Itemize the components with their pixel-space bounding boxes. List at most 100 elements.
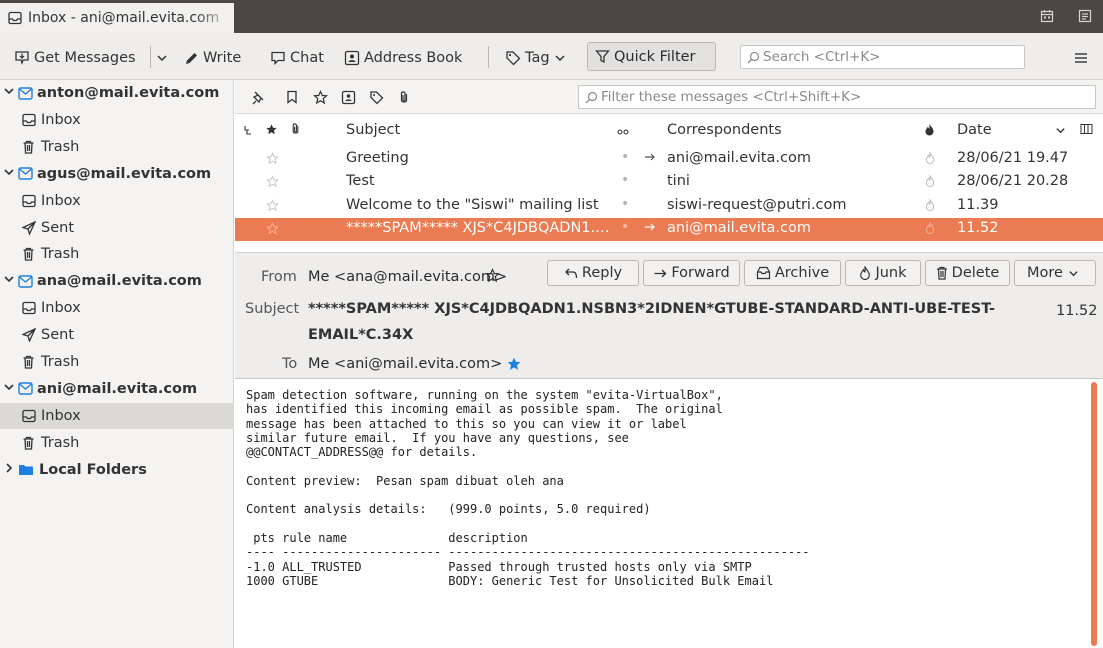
delete-button[interactable]: Delete	[925, 260, 1010, 286]
contact-filter-icon[interactable]	[339, 88, 357, 106]
column-subject[interactable]: Subject	[346, 122, 400, 138]
junk-status-icon[interactable]	[925, 174, 935, 191]
get-messages-dropdown[interactable]	[156, 47, 172, 69]
reply-label: Reply	[581, 265, 623, 281]
star-icon[interactable]	[266, 222, 279, 239]
quick-filter-button[interactable]: Quick Filter	[587, 42, 716, 71]
body-scrollbar[interactable]	[1091, 382, 1097, 646]
search-input[interactable]: Search <Ctrl+K>	[740, 45, 1025, 69]
junk-status-icon[interactable]	[925, 151, 935, 168]
forward-button[interactable]: Forward	[643, 260, 740, 286]
tasks-icon[interactable]	[1076, 7, 1094, 25]
column-date[interactable]: Date	[957, 122, 992, 138]
message-date: 28/06/21 20.28	[957, 173, 1069, 190]
reply-button[interactable]: Reply	[547, 260, 639, 286]
folder-sent[interactable]: Sent	[0, 215, 234, 241]
chevron-down-icon[interactable]	[3, 85, 18, 101]
account-ani-mail-evita-com[interactable]: ani@mail.evita.com	[0, 376, 234, 402]
tag-label: Tag	[525, 50, 550, 66]
junk-label: Junk	[875, 265, 907, 281]
chat-button[interactable]: Chat	[270, 47, 324, 69]
chevron-down-icon[interactable]	[3, 381, 18, 397]
folder-inbox[interactable]: Inbox	[0, 107, 234, 133]
folder-inbox[interactable]: Inbox	[0, 295, 234, 321]
write-label: Write	[203, 50, 242, 66]
chevron-right-icon[interactable]	[3, 462, 18, 478]
attachment-column-icon[interactable]	[290, 122, 301, 140]
folder-local-folders[interactable]: Local Folders	[0, 457, 234, 483]
unread-dot-icon[interactable]: •	[621, 172, 629, 188]
tab-title: Inbox - ani@mail.evita.com	[28, 10, 220, 26]
delete-label: Delete	[951, 265, 1000, 281]
calendar-icon[interactable]	[1038, 7, 1056, 25]
unread-dot-icon[interactable]: •	[621, 219, 629, 235]
star-icon[interactable]	[266, 152, 279, 169]
message-row[interactable]: Greeting • ani@mail.evita.com 28/06/21 19.4…	[235, 148, 1103, 171]
column-header-row: Subject Correspondents Date	[235, 118, 1103, 144]
archive-icon	[756, 266, 770, 280]
star-icon[interactable]	[266, 175, 279, 192]
thread-column-icon[interactable]	[243, 124, 253, 140]
sort-chevron-down-icon[interactable]	[1055, 124, 1066, 140]
get-messages-button[interactable]: Get Messages	[14, 47, 136, 69]
column-picker-icon[interactable]	[1080, 123, 1093, 140]
junk-status-icon[interactable]	[925, 221, 935, 238]
folder-sent[interactable]: Sent	[0, 322, 234, 348]
folder-label: ani@mail.evita.com	[37, 380, 198, 397]
folder-label: anton@mail.evita.com	[37, 85, 220, 101]
address-book-button[interactable]: Address Book	[344, 47, 462, 69]
message-row[interactable]: Test • tini 28/06/21 20.28	[235, 171, 1103, 194]
folder-trash[interactable]: Trash	[0, 134, 234, 160]
folder-trash[interactable]: Trash	[0, 349, 234, 375]
tag-icon	[506, 51, 521, 66]
tag-button[interactable]: Tag	[505, 47, 570, 69]
folder-trash[interactable]: Trash	[0, 430, 234, 456]
filter-messages-input[interactable]: Filter these messages <Ctrl+Shift+K>	[578, 85, 1096, 109]
attachment-filter-icon[interactable]	[395, 88, 413, 106]
starred-contact-icon[interactable]	[506, 356, 522, 376]
sticky-pin-icon[interactable]	[249, 88, 267, 106]
column-correspondents[interactable]: Correspondents	[667, 122, 782, 138]
starred-filter-icon[interactable]	[311, 88, 329, 106]
star-icon[interactable]	[266, 198, 279, 216]
read-status-column-icon[interactable]	[617, 125, 629, 141]
star-icon[interactable]	[485, 268, 500, 287]
unread-filter-icon[interactable]	[283, 88, 301, 106]
replied-arrow-icon	[644, 151, 656, 167]
to-value[interactable]: Me <ani@mail.evita.com>	[308, 356, 502, 372]
message-correspondent: tini	[667, 173, 690, 190]
inbox-icon	[22, 194, 41, 208]
star-column-icon[interactable]	[265, 123, 278, 140]
message-row[interactable]: *****SPAM***** XJS*C4JDBQADN1.NSBN3*2IDN…	[235, 217, 1103, 241]
folder-label: Sent	[41, 327, 75, 344]
inbox-icon	[22, 409, 41, 423]
quick-filter-label: Quick Filter	[614, 48, 696, 65]
junk-flame-icon	[860, 266, 871, 280]
app-menu-button[interactable]	[1074, 47, 1092, 69]
folder-trash[interactable]: Trash	[0, 241, 234, 267]
chevron-down-icon[interactable]	[3, 273, 18, 289]
junk-button[interactable]: Junk	[845, 260, 921, 286]
junk-column-icon[interactable]	[924, 123, 935, 140]
forward-label: Forward	[671, 265, 730, 281]
message-row[interactable]: Welcome to the "Siswi" mailing list • sisw…	[235, 195, 1103, 218]
unread-dot-icon[interactable]: •	[621, 196, 629, 212]
account-agus-mail-evita-com[interactable]: agus@mail.evita.com	[0, 161, 234, 187]
write-button[interactable]: Write	[184, 47, 241, 69]
folder-inbox[interactable]: Inbox	[0, 402, 234, 429]
tag-filter-icon[interactable]	[367, 88, 385, 106]
archive-button[interactable]: Archive	[744, 260, 841, 286]
more-button[interactable]: More	[1014, 260, 1096, 286]
account-anton-mail-evita-com[interactable]: anton@mail.evita.com	[0, 80, 234, 106]
search-icon	[747, 51, 760, 63]
message-subject: Test	[346, 173, 375, 190]
message-date: 28/06/21 19.47	[957, 150, 1069, 166]
junk-status-icon[interactable]	[925, 197, 935, 215]
folder-inbox[interactable]: Inbox	[0, 188, 234, 214]
unread-dot-icon[interactable]: •	[621, 149, 629, 165]
account-ana-mail-evita-com[interactable]: ana@mail.evita.com	[0, 268, 234, 294]
chevron-down-icon[interactable]	[3, 166, 18, 182]
folder-label: Trash	[41, 434, 80, 451]
tab-inbox[interactable]: Inbox - ani@mail.evita.com	[0, 3, 234, 33]
from-value[interactable]: Me <ana@mail.evita.com>	[308, 269, 507, 285]
